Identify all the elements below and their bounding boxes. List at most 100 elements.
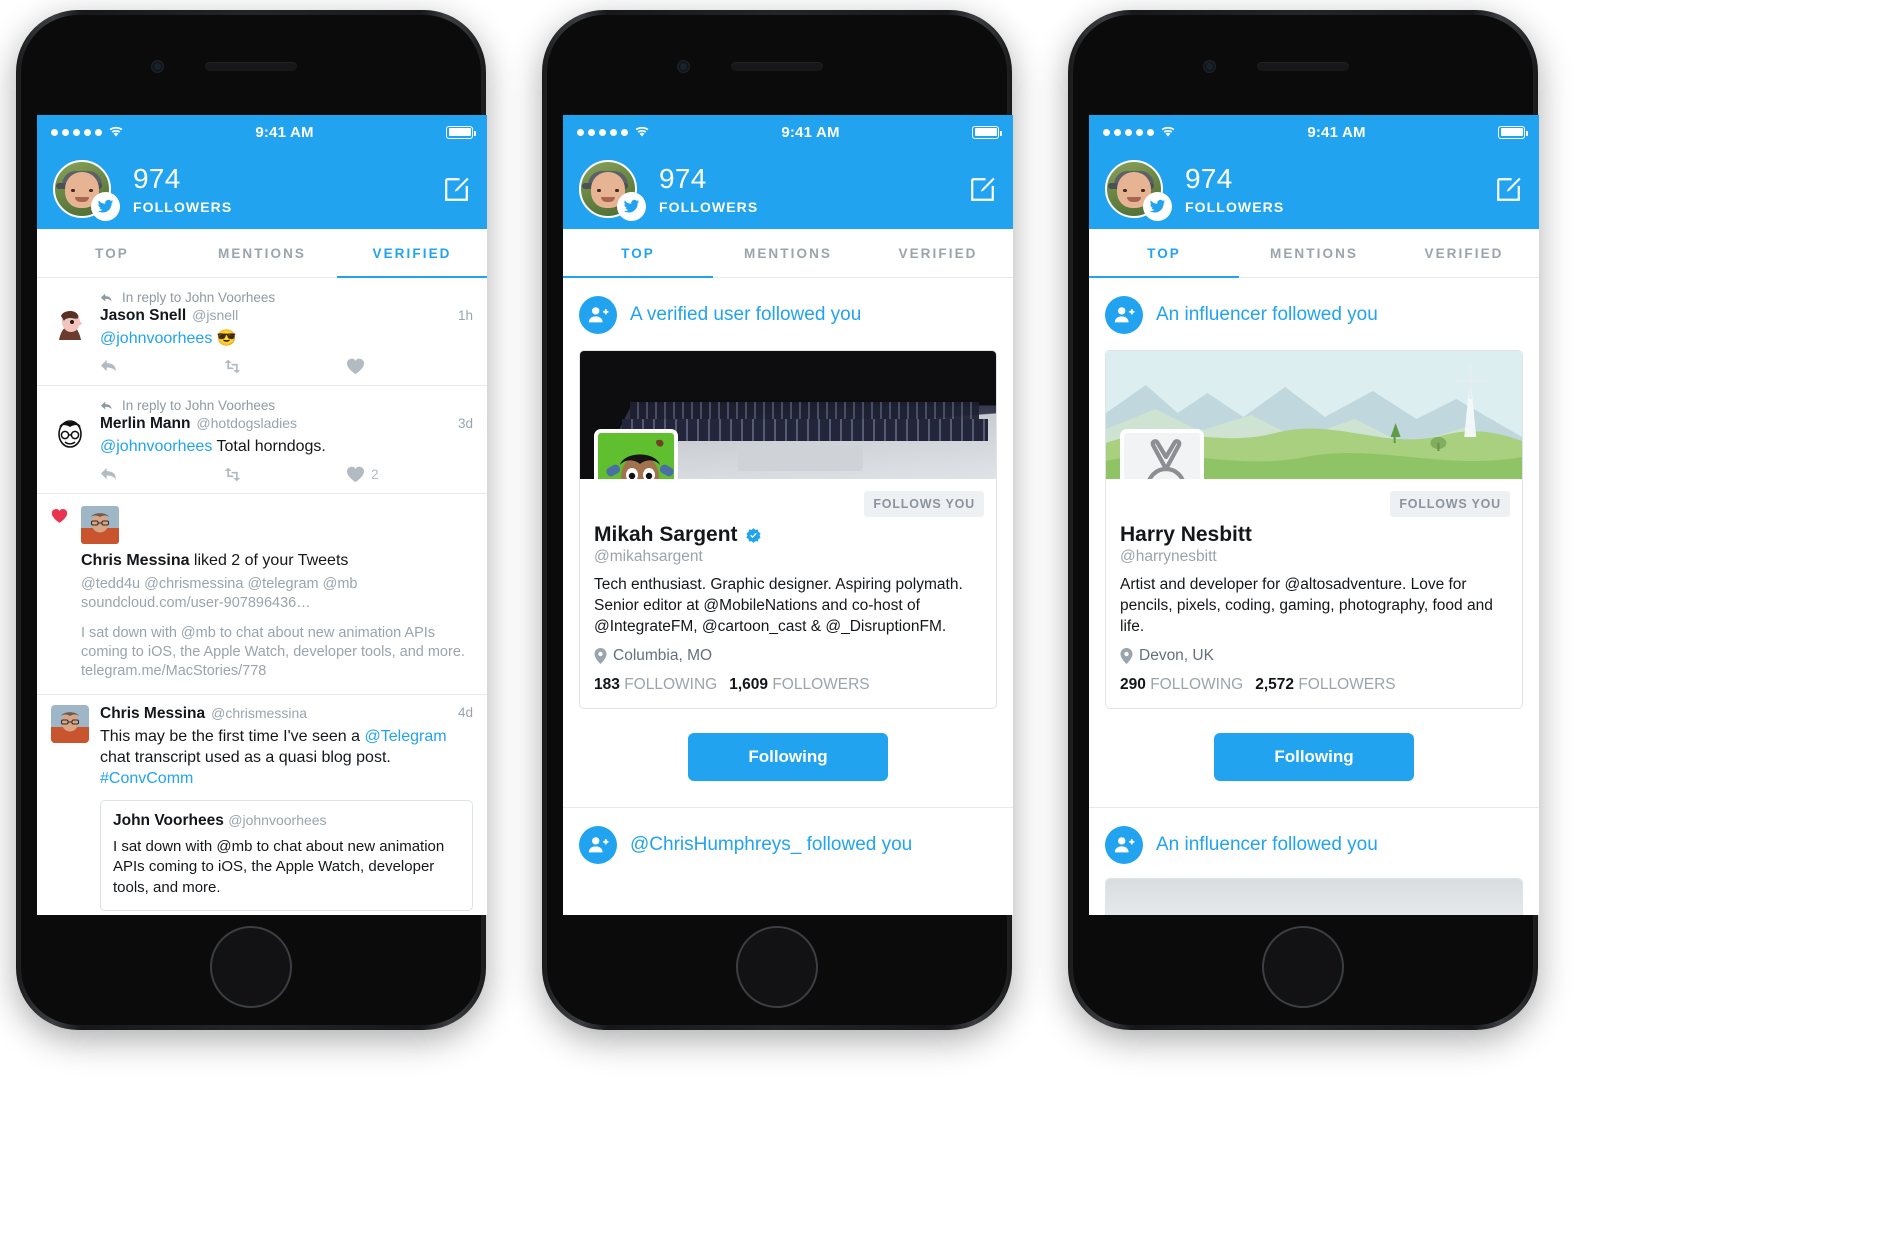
status-time: 9:41 AM [781,123,840,141]
avatar[interactable] [51,414,89,453]
quoted-tweet-text: I sat down with @mb to chat about new an… [113,838,445,896]
tweet-item[interactable]: In reply to John Voorhees Merlin Mann @h… [37,386,487,493]
tweet-actions [100,358,473,375]
quoted-tweet-card[interactable]: John Voorhees @johnvoorhees I sat down w… [100,800,473,911]
follower-label: FOLLOWERS [133,198,233,215]
follow-notification[interactable]: An influencer followed you [1089,278,1539,334]
followers-label: FOLLOWERS [1298,676,1396,694]
home-button[interactable] [210,926,292,1008]
status-bar: 9:41 AM [1089,115,1539,149]
tab-verified[interactable]: VERIFIED [337,229,487,279]
following-label: FOLLOWING [1150,676,1244,694]
phones-stage: 9:41 AM 974 FOLLOWERS TOP MENTIONS VERIF… [0,0,1889,1255]
follow-notification-text: @ChrisHumphreys_ followed you [630,834,913,856]
follower-label: FOLLOWERS [1185,198,1285,215]
feed-1[interactable]: In reply to John Voorhees Jason Snell @j… [37,278,487,915]
tab-strip-3: TOP MENTIONS VERIFIED [1089,229,1539,279]
mention-link[interactable]: @johnvoorhees [100,438,212,455]
home-button[interactable] [1262,926,1344,1008]
follow-notification-text: An influencer followed you [1156,304,1378,325]
mention-link[interactable]: @johnvoorhees [100,330,212,347]
feed-3[interactable]: An influencer followed you FOLLOWS YOU H… [1089,278,1539,915]
tweet-author-name[interactable]: Merlin Mann [100,415,190,433]
reply-context: In reply to John Voorhees [100,398,473,413]
profile-location-text: Devon, UK [1139,647,1214,665]
front-camera [1203,60,1216,73]
liked-subtitle: @tedd4u @chrismessina @telegram @mb soun… [81,576,358,612]
avatar[interactable] [51,306,89,344]
front-camera [151,60,164,73]
avatar[interactable] [1120,429,1204,479]
follower-summary: 974 FOLLOWERS [659,164,758,214]
tweet-author-handle: @hotdogsladies [196,415,298,432]
avatar[interactable] [53,160,120,221]
twitter-bird-icon [617,192,646,221]
profile-card-partial[interactable] [1105,878,1523,915]
tweet-item[interactable]: Chris Messina @chrismessina 4d This may … [37,695,487,915]
tab-mentions[interactable]: MENTIONS [713,229,863,277]
liked-notification[interactable]: Chris Messina liked 2 of your Tweets @te… [37,494,487,694]
avatar[interactable] [594,429,678,479]
tab-top[interactable]: TOP [1089,229,1239,279]
tab-verified[interactable]: VERIFIED [863,229,1013,277]
home-button[interactable] [736,926,818,1008]
retweet-icon[interactable] [223,466,346,483]
battery-icon [972,125,1002,139]
mention-link[interactable]: @Telegram [365,728,447,745]
phone-device-3: 9:41 AM 974 FOLLOWERS TOP MENTIONS VERIF… [1068,10,1539,1030]
followers-count: 2,572 [1255,676,1294,694]
tab-mentions[interactable]: MENTIONS [187,229,337,277]
tab-top[interactable]: TOP [563,229,713,279]
tweet-item[interactable]: In reply to John Voorhees Jason Snell @j… [37,278,487,385]
compose-icon[interactable] [442,175,471,204]
earpiece-speaker [731,62,823,71]
following-button[interactable]: Following [688,733,888,782]
battery-icon [446,125,476,139]
status-bar: 9:41 AM [563,115,1013,149]
followers-label: FOLLOWERS [772,676,870,694]
follow-notification[interactable]: A verified user followed you [563,278,1013,334]
profile-card[interactable]: FOLLOWS YOU Mikah Sargent @mikahsargent … [579,350,997,710]
avatar[interactable] [81,506,119,545]
reply-icon[interactable] [100,466,223,483]
feed-2[interactable]: A verified user followed you FOLLOWS YOU… [563,278,1013,915]
reply-icon[interactable] [100,358,223,375]
liked-user[interactable]: Chris Messina [81,552,189,569]
tab-mentions[interactable]: MENTIONS [1239,229,1389,277]
tweet-author-name[interactable]: Chris Messina [100,705,205,723]
reply-context-text: In reply to John Voorhees [122,398,276,414]
compose-icon[interactable] [968,175,997,204]
heart-filled-icon [51,506,71,682]
retweet-icon[interactable] [223,358,346,375]
tab-strip-1: TOP MENTIONS VERIFIED [37,229,487,279]
like-icon[interactable]: 2 [346,466,469,483]
screen-1: 9:41 AM 974 FOLLOWERS TOP MENTIONS VERIF… [37,115,487,915]
profile-stats: 183 FOLLOWING 1,609 FOLLOWERS [594,676,982,694]
tweet-text: @johnvoorhees Total horndogs. [100,436,473,457]
avatar[interactable] [51,704,89,743]
tweet-timestamp: 3d [457,416,473,432]
tweet-author-name[interactable]: Jason Snell [100,307,186,325]
phone-device-1: 9:41 AM 974 FOLLOWERS TOP MENTIONS VERIF… [16,10,487,1030]
avatar[interactable] [579,160,646,221]
status-signal [1103,126,1175,139]
tab-verified[interactable]: VERIFIED [1389,229,1539,277]
compose-icon[interactable] [1494,175,1523,204]
profile-location: Columbia, MO [594,647,982,665]
profile-name: Mikah Sargent [594,523,982,547]
like-icon[interactable] [346,358,469,375]
wifi-icon [1161,126,1175,139]
follower-add-icon [1105,826,1143,865]
profile-banner [1106,351,1522,479]
follow-notification[interactable]: An influencer followed you [1089,808,1539,865]
profile-card[interactable]: FOLLOWS YOU Harry Nesbitt @harrynesbitt … [1105,350,1523,710]
hashtag-link[interactable]: #ConvComm [100,770,193,787]
verified-badge-icon [745,527,761,543]
avatar[interactable] [1105,160,1172,221]
tab-top[interactable]: TOP [37,229,187,277]
tweet-author-handle: @chrismessina [211,704,308,721]
following-button[interactable]: Following [1214,733,1414,782]
follow-notification[interactable]: @ChrisHumphreys_ followed you [563,808,1013,865]
follows-you-badge: FOLLOWS YOU [864,491,984,517]
liked-title: Chris Messina liked 2 of your Tweets [81,551,473,571]
